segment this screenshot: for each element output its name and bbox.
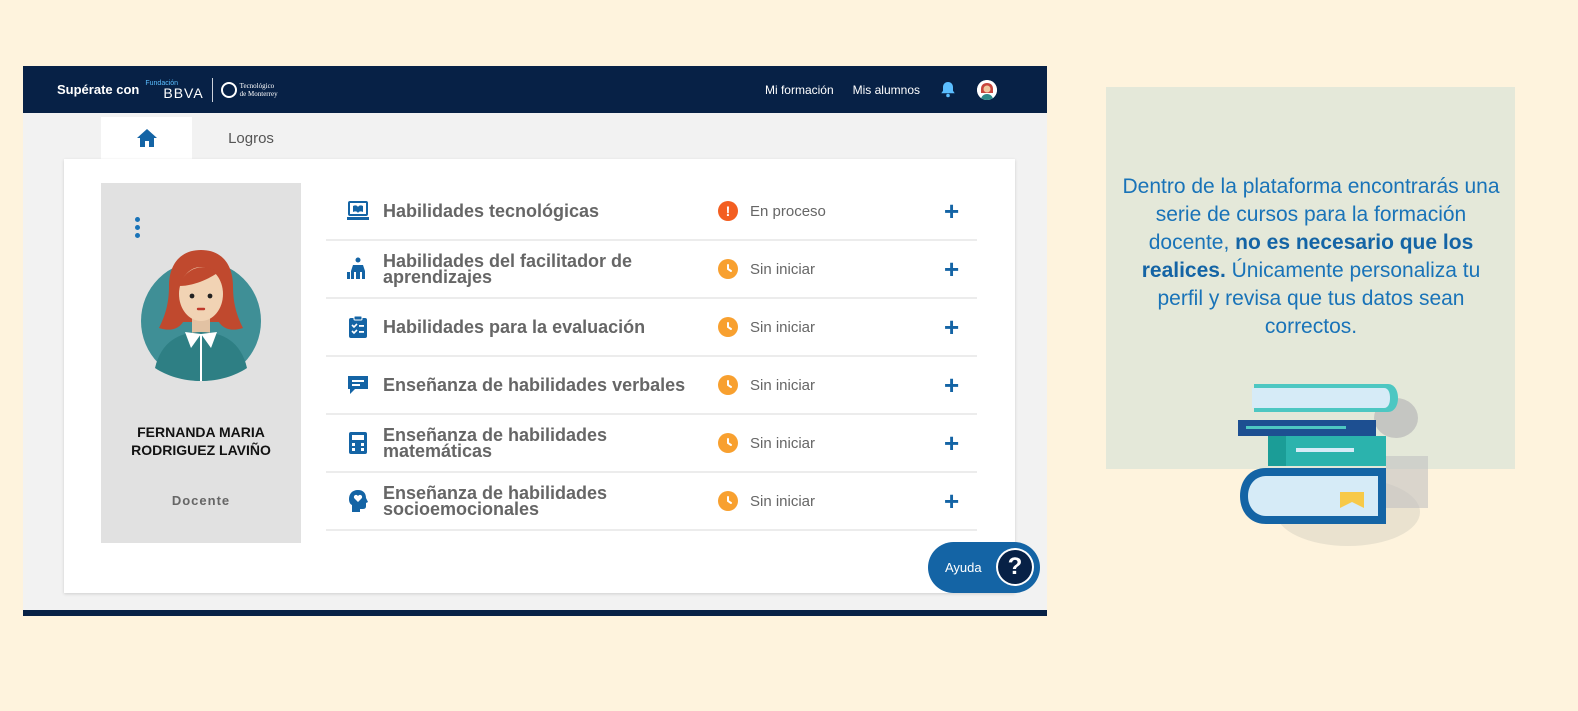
tab-home[interactable] [101, 117, 192, 159]
help-label: Ayuda [945, 560, 982, 575]
course-row[interactable]: Habilidades del facilitador de aprendiza… [326, 241, 977, 299]
course-title: Enseñanza de habilidades verbales [383, 375, 686, 395]
clock-icon [718, 259, 738, 279]
head-heart-icon [345, 489, 371, 513]
clipboard-checklist-icon [345, 315, 371, 339]
status-badge: Sin iniciar [718, 491, 815, 511]
expand-plus-icon[interactable]: + [944, 198, 959, 224]
course-row[interactable]: Enseñanza de habilidades socioemocionale… [326, 473, 977, 531]
tabs: Logros [101, 117, 310, 159]
nav-mi-formacion[interactable]: Mi formación [765, 83, 834, 97]
course-row[interactable]: Habilidades para la evaluación Sin inici… [326, 299, 977, 357]
course-title: Habilidades del facilitador de aprendiza… [383, 251, 633, 287]
brand-divider [211, 77, 213, 102]
profile-name: FERNANDA MARIA RODRIGUEZ LAVIÑO [131, 424, 271, 458]
course-row[interactable]: Habilidades tecnológicas ! En proceso + [326, 183, 977, 241]
tec-line-2: de Monterrey [239, 89, 278, 98]
laptop-book-icon [345, 200, 371, 222]
tec-seal-icon [220, 81, 237, 98]
bbva-label: BBVA [163, 84, 204, 101]
expand-plus-icon[interactable]: + [944, 488, 959, 514]
status-badge: Sin iniciar [718, 259, 815, 279]
user-avatar[interactable] [977, 79, 997, 100]
speech-bubble-icon [345, 374, 371, 396]
clock-icon [718, 317, 738, 337]
brand-prefix: Supérate con [57, 82, 140, 97]
status-label: Sin iniciar [750, 492, 816, 510]
course-title: Habilidades para la evaluación [383, 317, 646, 337]
course-title: Habilidades tecnológicas [383, 201, 600, 221]
tab-logros[interactable]: Logros [192, 117, 310, 159]
status-badge: Sin iniciar [718, 433, 815, 453]
expand-plus-icon[interactable]: + [944, 314, 959, 340]
expand-plus-icon[interactable]: + [944, 372, 959, 398]
bbva-logo: Fundación BBVA [145, 80, 203, 100]
top-nav: Mi formación Mis alumnos [746, 79, 1013, 100]
course-list: Habilidades tecnológicas ! En proceso + … [326, 183, 977, 531]
status-label: En proceso [750, 202, 826, 220]
course-title: Enseñanza de habilidades socioemocionale… [383, 483, 608, 519]
status-label: Sin iniciar [750, 260, 816, 278]
expand-plus-icon[interactable]: + [944, 256, 959, 282]
books-illustration [1238, 384, 1428, 546]
nav-mis-alumnos[interactable]: Mis alumnos [853, 83, 920, 97]
top-bar: Supérate con Fundación BBVA Tecnológico … [23, 66, 1047, 113]
profile-panel: FERNANDA MARIA RODRIGUEZ LAVIÑO Docente [101, 183, 301, 543]
status-badge: Sin iniciar [718, 317, 815, 337]
status-label: Sin iniciar [750, 376, 816, 394]
status-badge: Sin iniciar [718, 375, 815, 395]
status-label: Sin iniciar [750, 318, 816, 336]
home-icon [136, 129, 157, 147]
teacher-board-icon [345, 257, 371, 281]
clock-icon [718, 433, 738, 453]
app-window: Supérate con Fundación BBVA Tecnológico … [23, 66, 1047, 616]
brand-logo[interactable]: Supérate con Fundación BBVA Tecnológico … [57, 77, 278, 102]
alert-icon: ! [718, 201, 738, 221]
clock-icon [718, 491, 738, 511]
tec-line-1: Tecnológico [239, 81, 275, 90]
help-button[interactable]: Ayuda ? [928, 542, 1040, 593]
note-text: Dentro de la plataforma encontrarás una … [1122, 175, 1500, 338]
question-icon: ? [996, 548, 1034, 586]
bell-icon[interactable] [939, 81, 957, 99]
avatar [141, 250, 261, 381]
course-title: Enseñanza de habilidades matemáticas [383, 425, 608, 461]
expand-plus-icon[interactable]: + [944, 430, 959, 456]
calculator-icon [345, 431, 371, 455]
clock-icon [718, 375, 738, 395]
course-row[interactable]: Enseñanza de habilidades matemáticas Sin… [326, 415, 977, 473]
course-row[interactable]: Enseñanza de habilidades verbales Sin in… [326, 357, 977, 415]
kebab-menu-icon[interactable] [135, 217, 140, 238]
profile-role: Docente [171, 493, 231, 508]
main-card: FERNANDA MARIA RODRIGUEZ LAVIÑO Docente … [64, 159, 1015, 593]
status-badge: ! En proceso [718, 201, 826, 221]
tec-logo: Tecnológico de Monterrey [220, 81, 278, 98]
status-label: Sin iniciar [750, 434, 816, 452]
